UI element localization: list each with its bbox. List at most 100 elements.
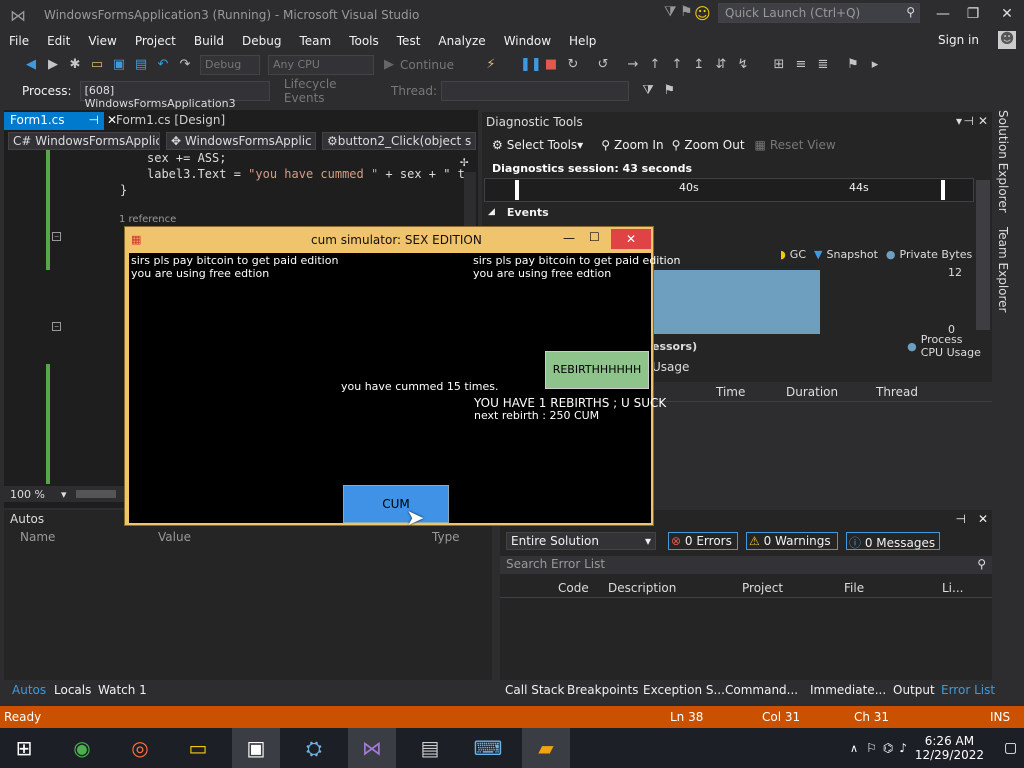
tab-call-stack[interactable]: Call Stack xyxy=(505,683,564,697)
running-app-icon[interactable]: ▰ xyxy=(522,728,570,768)
col-thread[interactable]: Thread xyxy=(876,385,918,399)
menu-file[interactable]: File xyxy=(0,31,38,51)
col-description[interactable]: Description xyxy=(608,581,676,595)
navigate-forward-icon[interactable]: ▶ xyxy=(44,56,62,74)
network-tray-icon[interactable]: ⌬ xyxy=(883,741,893,755)
app-minimize-button[interactable]: — xyxy=(563,231,575,245)
keyboard-app-icon[interactable]: ⌨ xyxy=(464,728,512,768)
filter-icon[interactable]: ⧩ xyxy=(639,82,656,100)
visual-studio-taskbar-icon[interactable]: ⋈ xyxy=(348,728,396,768)
menu-analyze[interactable]: Analyze xyxy=(429,31,494,51)
notifications-filter-icon[interactable]: ⧩ xyxy=(664,4,677,20)
process-select[interactable]: [608] WindowsFormsApplication3 xyxy=(79,81,270,110)
align-right-icon[interactable]: ≣ xyxy=(814,56,832,74)
threads-icon[interactable]: ⇵ xyxy=(712,56,730,74)
codelens-references[interactable]: 1 reference xyxy=(119,214,176,225)
col-duration[interactable]: Duration xyxy=(786,385,838,399)
collapse-triangle-icon[interactable]: ◢ xyxy=(488,207,495,217)
maximize-button[interactable]: ❐ xyxy=(958,2,988,26)
project-nav-select[interactable]: C# WindowsFormsApplic ▾ xyxy=(8,132,160,150)
action-center-flag-icon[interactable]: ⚐ xyxy=(866,741,877,755)
command-prompt-icon[interactable]: ▣ xyxy=(232,728,280,768)
zoom-dropdown-icon[interactable]: ▾ xyxy=(61,488,67,501)
continue-button[interactable]: Continue xyxy=(400,58,470,72)
collapse-region-icon[interactable]: − xyxy=(52,232,61,241)
menu-view[interactable]: View xyxy=(79,31,125,51)
menu-window[interactable]: Window xyxy=(495,31,560,51)
solution-configuration-select[interactable]: Debug xyxy=(200,55,260,75)
align-icon[interactable]: ≡ xyxy=(792,56,810,74)
start-button-icon[interactable]: ⊞ xyxy=(0,728,48,768)
split-editor-icon[interactable]: ✢ xyxy=(460,154,468,170)
tab-exception-settings[interactable]: Exception S... xyxy=(643,683,725,697)
flag-icon[interactable]: ⚑ xyxy=(661,82,678,100)
taskbar-clock[interactable]: 6:26 AM 12/29/2022 xyxy=(915,734,984,762)
warnings-filter-button[interactable]: ⚠ 0 Warnings xyxy=(746,532,838,550)
store-app-icon[interactable]: ▤ xyxy=(406,728,454,768)
lifecycle-events-select[interactable]: Lifecycle Events xyxy=(284,77,377,105)
editor-horizontal-scrollbar[interactable] xyxy=(76,490,117,498)
col-value[interactable]: Value xyxy=(158,530,191,544)
col-type[interactable]: Type xyxy=(432,530,460,544)
tab-watch-1[interactable]: Watch 1 xyxy=(98,683,147,697)
undo-icon[interactable]: ↶ xyxy=(154,56,172,74)
step-into-icon[interactable]: → xyxy=(624,56,642,74)
save-all-icon[interactable]: ▤ xyxy=(132,56,150,74)
panel-pin-icon[interactable]: ⊣ xyxy=(964,114,974,128)
firefox-icon[interactable]: ◎ xyxy=(116,728,164,768)
hex-icon[interactable]: ↥ xyxy=(690,56,708,74)
app-maximize-button[interactable]: ☐ xyxy=(589,230,600,244)
close-button[interactable]: ✕ xyxy=(992,2,1022,26)
panel-close-icon[interactable]: ✕ xyxy=(978,512,988,526)
show-next-statement-icon[interactable]: ↺ xyxy=(594,56,612,74)
save-icon[interactable]: ▣ xyxy=(110,56,128,74)
tab-form1-design[interactable]: Form1.cs [Design]🔒︎ xyxy=(110,112,234,141)
menu-tools[interactable]: Tools xyxy=(340,31,388,51)
menu-test[interactable]: Test xyxy=(388,31,430,51)
zoom-level-select[interactable]: 100 % xyxy=(10,488,45,501)
volume-tray-icon[interactable]: ♪ xyxy=(899,741,907,755)
panel-pin-icon[interactable]: ⊣ xyxy=(956,512,966,526)
search-error-list-input[interactable]: Search Error List ⚲ xyxy=(500,556,992,574)
tab-form1-cs[interactable]: Form1.cs ⊣ ✕ xyxy=(4,112,117,130)
minimize-button[interactable]: — xyxy=(928,2,958,26)
step-out-icon[interactable]: ↑ xyxy=(668,56,686,74)
lightning-icon[interactable]: ⚡ xyxy=(482,56,500,74)
timeline-start-handle[interactable] xyxy=(515,180,519,200)
sign-in-link[interactable]: Sign in xyxy=(938,33,979,47)
tab-breakpoints[interactable]: Breakpoints xyxy=(567,683,638,697)
new-project-icon[interactable]: ✱ xyxy=(66,56,84,74)
menu-build[interactable]: Build xyxy=(185,31,233,51)
tab-locals[interactable]: Locals xyxy=(54,683,91,697)
step-over-icon[interactable]: ↑ xyxy=(646,56,664,74)
file-explorer-icon[interactable]: ▭ xyxy=(174,728,222,768)
panel-menu-icon[interactable]: ▾ xyxy=(956,114,962,128)
col-code[interactable]: Code xyxy=(558,581,589,595)
menu-edit[interactable]: Edit xyxy=(38,31,79,51)
messages-filter-button[interactable]: ⓘ 0 Messages xyxy=(846,532,940,550)
col-name[interactable]: Name xyxy=(20,530,55,544)
feedback-flag-icon[interactable]: ⚑ xyxy=(680,4,693,20)
continue-icon[interactable]: ▶ xyxy=(380,56,398,74)
col-line[interactable]: Li... xyxy=(942,581,963,595)
method-nav-select[interactable]: ⚙button2_Click(object s xyxy=(322,132,476,150)
redo-icon[interactable]: ↷ xyxy=(176,56,194,74)
scope-select[interactable]: Entire Solution ▾ xyxy=(506,532,656,550)
events-section-header[interactable]: ◢ Events xyxy=(484,204,974,220)
collapse-region-icon-2[interactable]: − xyxy=(52,322,61,331)
select-tools-button[interactable]: Select Tools xyxy=(507,138,577,152)
menu-team[interactable]: Team xyxy=(290,31,340,51)
tab-error-list[interactable]: Error List xyxy=(941,683,995,697)
app-close-button[interactable]: ✕ xyxy=(611,229,651,249)
open-file-icon[interactable]: ▭ xyxy=(88,56,106,74)
col-file[interactable]: File xyxy=(844,581,864,595)
menu-debug[interactable]: Debug xyxy=(233,31,290,51)
chrome-icon[interactable]: ◉ xyxy=(58,728,106,768)
zoom-in-button[interactable]: Zoom In xyxy=(614,138,664,152)
panel-close-icon[interactable]: ✕ xyxy=(978,114,988,128)
reset-view-button[interactable]: Reset View xyxy=(770,138,836,152)
cum-button[interactable]: CUM xyxy=(343,485,449,523)
account-avatar-icon[interactable]: ☻ xyxy=(998,31,1016,49)
thread-select[interactable] xyxy=(441,81,630,101)
notifications-icon[interactable]: ▢ xyxy=(1004,740,1017,756)
